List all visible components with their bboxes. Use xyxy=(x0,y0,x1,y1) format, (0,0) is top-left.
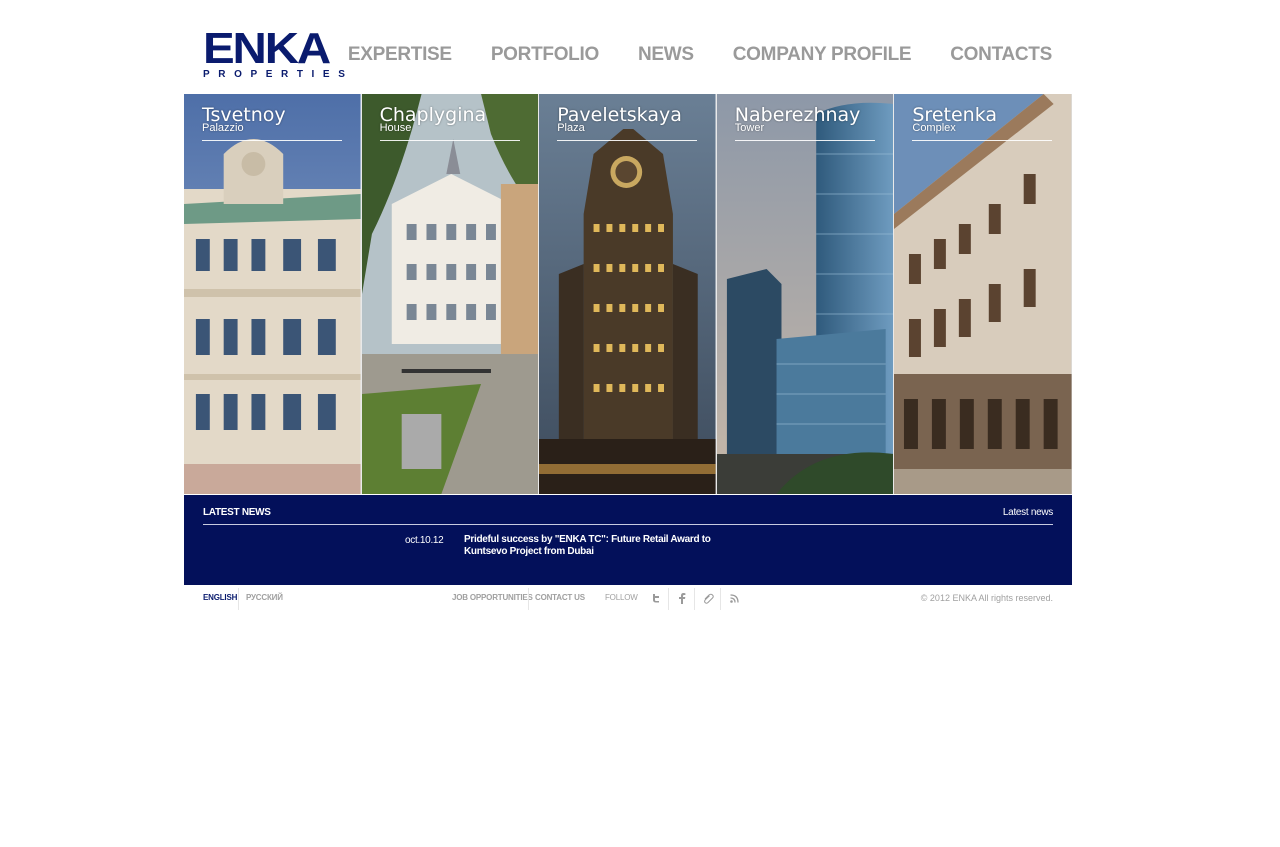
divider xyxy=(528,588,529,610)
rss-icon[interactable] xyxy=(721,588,747,608)
news-section-title: LATEST NEWS xyxy=(203,507,271,518)
project-caption: Naberezhnay Tower xyxy=(734,104,875,141)
nav-portfolio[interactable]: PORTFOLIO xyxy=(491,44,599,66)
project-caption: Sretenka Complex xyxy=(912,104,1053,141)
paveletskaya-photo xyxy=(539,94,716,494)
project-caption: Tsvetnoy Palazzio xyxy=(202,104,342,141)
follow-label: FOLLOW xyxy=(605,593,638,602)
project-gallery: Tsvetnoy Palazzio Chaplygina House Pavel… xyxy=(184,94,1072,494)
chaplygina-photo xyxy=(361,94,539,494)
nav-company-profile[interactable]: COMPANY PROFILE xyxy=(733,44,912,66)
project-naberezhnay[interactable]: Naberezhnay Tower xyxy=(716,94,895,494)
project-paveletskaya[interactable]: Paveletskaya Plaza xyxy=(539,94,717,494)
divider xyxy=(238,588,239,610)
tsvetnoy-photo xyxy=(184,94,361,494)
project-chaplygina[interactable]: Chaplygina House xyxy=(361,94,540,494)
sretenka-photo xyxy=(894,94,1072,494)
twitter-icon[interactable] xyxy=(643,588,669,608)
project-tsvetnoy[interactable]: Tsvetnoy Palazzio xyxy=(184,94,362,494)
latest-news-link[interactable]: Latest news xyxy=(1003,507,1053,518)
nav-contacts[interactable]: CONTACTS xyxy=(950,44,1052,66)
news-header: LATEST NEWS Latest news xyxy=(203,506,1053,525)
latest-news-panel: LATEST NEWS Latest news oct.10.12 Pridef… xyxy=(184,495,1072,585)
news-headline-link[interactable]: Prideful success by "ENKA TC": Future Re… xyxy=(464,534,734,558)
project-caption: Paveletskaya Plaza xyxy=(557,104,698,141)
news-date: oct.10.12 xyxy=(405,535,444,546)
facebook-icon[interactable] xyxy=(669,588,695,608)
naberezhnay-photo xyxy=(716,94,894,494)
contact-us-link[interactable]: CONTACT US xyxy=(535,593,585,602)
nav-news[interactable]: NEWS xyxy=(638,44,694,66)
project-sretenka[interactable]: Sretenka Complex xyxy=(894,94,1072,494)
nav-expertise[interactable]: EXPERTISE xyxy=(348,44,452,66)
job-opportunities-link[interactable]: JOB OPPORTUNITIES xyxy=(452,593,533,602)
attachment-icon[interactable] xyxy=(695,588,721,608)
language-russian[interactable]: РУССКИЙ xyxy=(246,593,283,602)
copyright-text: © 2012 ENKA All rights reserved. xyxy=(920,593,1053,603)
footer: ENGLISH РУССКИЙ JOB OPPORTUNITIES CONTAC… xyxy=(184,585,1072,611)
language-english[interactable]: ENGLISH xyxy=(203,593,237,602)
main-nav: EXPERTISE PORTFOLIO NEWS COMPANY PROFILE… xyxy=(309,44,1052,66)
project-caption: Chaplygina House xyxy=(379,104,520,141)
